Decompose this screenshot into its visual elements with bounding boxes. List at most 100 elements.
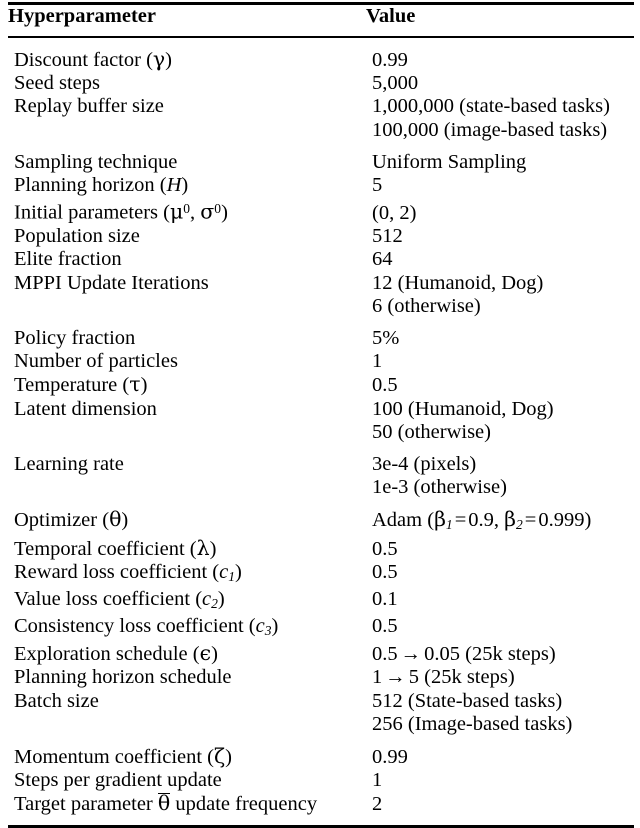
table-bottom-rule: [8, 824, 634, 828]
value-line: 5,000: [372, 72, 419, 95]
hyperparameter-name-cell: Target parameter θ update frequency: [14, 791, 318, 816]
value-line: Uniform Sampling: [372, 150, 527, 173]
value-line: 1e-3 (otherwise): [372, 476, 507, 499]
value-line: 5%: [372, 326, 400, 349]
table-row: Latent dimension 100 (Humanoid, Dog) 50 (o…: [8, 398, 634, 444]
table-row: Value loss coefficient (c2) 0.1: [8, 588, 634, 615]
hyperparameter-name-cell: Exploration schedule (ϵ): [14, 641, 218, 666]
table-header: Hyperparameter Value: [8, 5, 634, 36]
hyperparameter-value-cell: 0.5: [366, 537, 634, 561]
hyperparameter-value-cell: 5: [366, 174, 634, 197]
table-row: Batch size 512 (State-based tasks) 256 (Im…: [8, 690, 634, 736]
hyperparameter-name-cell: Elite fraction: [14, 248, 122, 271]
hyperparameter-value-cell: 512: [366, 225, 634, 248]
hyperparameter-value-cell: 0.5: [366, 615, 634, 642]
table-row: Temperature (τ) 0.5: [8, 373, 634, 397]
hyperparameter-value-cell: 1: [366, 769, 634, 792]
hyperparameter-value-cell: 0.5: [366, 561, 634, 588]
value-line: 0.5: [372, 537, 398, 560]
hyperparameter-name-cell: Initial parameters (μ0, σ0): [14, 199, 228, 224]
table-row: Population size 512: [8, 225, 634, 248]
hyperparameter-value-cell: 1 → 5 (25k steps): [366, 666, 634, 689]
value-line: 0.5: [372, 374, 398, 397]
table-row: Momentum coefficient (ζ) 0.99: [8, 736, 634, 769]
table-row: Planning horizon schedule 1 → 5 (25k steps): [8, 666, 634, 689]
table-row: Target parameter θ update frequency 2: [8, 792, 634, 824]
value-line: 1,000,000 (state-based tasks): [372, 95, 610, 118]
table-row: Exploration schedule (ϵ) 0.5 → 0.05 (25k st…: [8, 642, 634, 666]
value-line: 64: [372, 248, 393, 271]
hyperparameter-value-cell: 0.99: [366, 38, 634, 72]
table-row: Consistency loss coefficient (c3) 0.5: [8, 615, 634, 642]
hyperparameter-value-cell: 1: [366, 350, 634, 373]
hyperparameter-name-cell: Discount factor (γ): [14, 47, 172, 71]
hyperparameter-value-cell: 0.5 → 0.05 (25k steps): [366, 642, 634, 666]
value-line: 0.5: [372, 560, 398, 583]
hyperparameter-name-cell: Value loss coefficient (c2): [14, 587, 225, 611]
table-row: Learning rate 3e-4 (pixels) 1e-3 (otherwis…: [8, 444, 634, 499]
table-row: Temporal coefficient (λ) 0.5: [8, 536, 634, 561]
hyperparameter-table-body: Discount factor (γ) 0.99 Seed steps 5,000 Re…: [8, 38, 634, 825]
value-line: 1: [372, 350, 383, 373]
value-line: 0.5: [372, 615, 398, 638]
hyperparameter-name-cell: Sampling technique: [14, 150, 178, 173]
value-line: 0.1: [372, 587, 398, 610]
header-row: Hyperparameter Value: [8, 5, 634, 36]
hyperparameter-table-figure: Hyperparameter Value Discount factor (γ)…: [0, 2, 640, 828]
value-line: 100 (Humanoid, Dog): [372, 397, 554, 420]
hyperparameter-name-cell: Consistency loss coefficient (c3): [14, 615, 279, 639]
value-line: 3e-4 (pixels): [372, 452, 477, 475]
hyperparameter-name-cell: Latent dimension: [14, 397, 157, 420]
hyperparameter-value-cell: 2: [366, 792, 634, 824]
hyperparameter-name-cell: Optimizer (θ): [14, 507, 129, 532]
value-line: 0.5 → 0.05 (25k steps): [372, 643, 556, 666]
table-row: Steps per gradient update 1: [8, 769, 634, 792]
table-row: Number of particles 1: [8, 350, 634, 373]
hyperparameter-name-cell: Reward loss coefficient (c1): [14, 560, 242, 584]
table-row: Sampling technique Uniform Sampling: [8, 142, 634, 174]
hyperparameter-name-cell: Learning rate: [14, 452, 124, 475]
hyperparameter-name-cell: Planning horizon (H): [14, 174, 189, 197]
hyperparameter-value-cell: 5,000: [366, 72, 634, 95]
value-line: 512 (State-based tasks): [372, 689, 563, 712]
column-header-hyperparameter: Hyperparameter: [8, 5, 156, 27]
hyperparameter-value-cell: Uniform Sampling: [366, 142, 634, 174]
column-header-value: Value: [366, 5, 416, 27]
table-row: Initial parameters (μ0, σ0) (0, 2): [8, 197, 634, 225]
table-row: Optimizer (θ) Adam (β1=0.9, β2=0.999): [8, 499, 634, 536]
value-line: 2: [372, 793, 383, 816]
hyperparameter-name-cell: Momentum coefficient (ζ): [14, 744, 232, 769]
hyperparameter-name-cell: Planning horizon schedule: [14, 666, 232, 689]
table-row: Reward loss coefficient (c1) 0.5: [8, 561, 634, 588]
hyperparameter-value-cell: (0, 2): [366, 197, 634, 225]
value-line: 1: [372, 769, 383, 792]
hyperparameter-value-cell: 0.99: [366, 736, 634, 769]
table-row: Replay buffer size 1,000,000 (state-based…: [8, 95, 634, 141]
hyperparameter-value-cell: 0.5: [366, 373, 634, 397]
value-line: 6 (otherwise): [372, 294, 481, 317]
hyperparameter-value-cell: 512 (State-based tasks) 256 (Image-based …: [366, 690, 634, 736]
value-line: 1 → 5 (25k steps): [372, 666, 515, 689]
hyperparameter-value-cell: 5%: [366, 318, 634, 350]
value-line: 12 (Humanoid, Dog): [372, 271, 544, 294]
table-row: Seed steps 5,000: [8, 72, 634, 95]
value-line: 50 (otherwise): [372, 420, 491, 443]
hyperparameter-name-cell: Batch size: [14, 689, 99, 712]
table-row: MPPI Update Iterations 12 (Humanoid, Dog)…: [8, 272, 634, 318]
table-row: Planning horizon (H) 5: [8, 174, 634, 197]
value-line: 0.99: [372, 49, 408, 71]
value-line: (0, 2): [372, 201, 417, 224]
table-row: Elite fraction 64: [8, 248, 634, 271]
table-body: Discount factor (γ) 0.99 Seed steps 5,000 Re…: [8, 38, 634, 825]
hyperparameter-value-cell: 0.1: [366, 588, 634, 615]
hyperparameter-value-cell: 1,000,000 (state-based tasks) 100,000 (im…: [366, 95, 634, 141]
hyperparameter-name-cell: Seed steps: [14, 72, 100, 95]
value-line: 0.99: [372, 746, 408, 769]
value-line: 5: [372, 174, 383, 197]
hyperparameter-name-cell: Population size: [14, 225, 140, 248]
hyperparameter-name-cell: Temperature (τ): [14, 372, 148, 397]
hyperparameter-value-cell: Adam (β1=0.9, β2=0.999): [366, 499, 634, 536]
table-row: Discount factor (γ) 0.99: [8, 38, 634, 72]
hyperparameter-value-cell: 3e-4 (pixels) 1e-3 (otherwise): [366, 444, 634, 499]
value-line: 256 (Image-based tasks): [372, 712, 573, 735]
